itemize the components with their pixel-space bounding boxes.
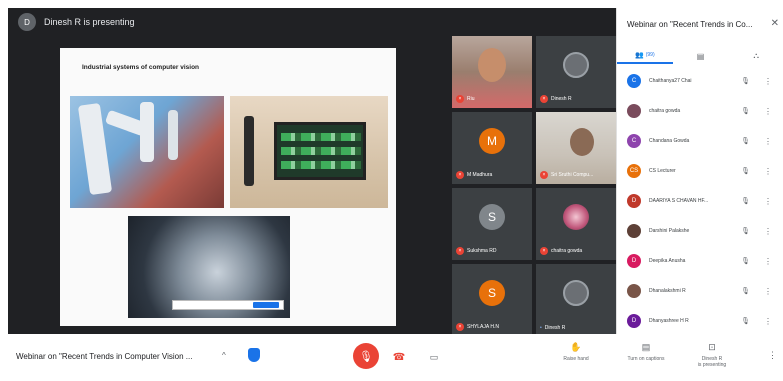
camera-toggle-button[interactable]: ▭ <box>424 347 444 367</box>
list-item[interactable]: Dhanalakshmi R 🎙︎ ⋮ <box>617 276 783 306</box>
avatar: C <box>627 134 641 148</box>
list-item[interactable]: C Chaithanya27 Chai 🎙︎ ⋮ <box>617 66 783 96</box>
avatar: D <box>627 194 641 208</box>
shield-icon[interactable] <box>248 348 260 362</box>
tile-shylaja[interactable]: S × SHYLAJA H.N <box>452 264 532 336</box>
more-vert-icon[interactable]: ⋮ <box>764 107 772 116</box>
mic-off-icon: × <box>456 323 464 331</box>
mic-off-icon: 🎙︎ <box>741 258 750 265</box>
speaking-icon: • <box>540 325 542 331</box>
people-icon: 👥 <box>635 52 644 59</box>
avatar <box>563 279 589 306</box>
mic-toggle-button[interactable]: 🎙︎ <box>353 343 379 369</box>
inspection-machine-image <box>128 216 290 318</box>
close-icon[interactable]: ✕ <box>771 18 779 29</box>
panel-title: Webinar on "Recent Trends in Co... <box>627 20 753 29</box>
more-vert-icon[interactable]: ⋮ <box>764 257 772 266</box>
activities-icon: ⛬ <box>753 51 759 60</box>
captions-icon: ▤ <box>641 342 651 352</box>
tab-activities[interactable]: ⛬ <box>728 48 783 64</box>
mic-off-icon: 🎙︎ <box>741 168 750 175</box>
people-panel: Webinar on "Recent Trends in Co... ✕ 👥 (9… <box>616 8 783 334</box>
mic-off-icon: × <box>540 247 548 255</box>
hand-icon: ✋ <box>570 342 582 352</box>
camera-icon: ▭ <box>429 351 439 362</box>
mic-off-icon: 🎙︎ <box>741 108 750 115</box>
avatar: CS <box>627 164 641 178</box>
tile-sukshma-rd[interactable]: S × Sukshma RD <box>452 188 532 260</box>
bottom-toolbar: Webinar on "Recent Trends in Computer Vi… <box>8 334 783 381</box>
more-vert-icon[interactable]: ⋮ <box>764 287 772 296</box>
tile-sri-sruthi[interactable]: × Sri Sruthi Compu... <box>536 112 616 184</box>
presentation-stage: D Dinesh R is presenting Industrial syst… <box>8 8 616 336</box>
image-dialog <box>172 300 284 310</box>
list-item[interactable]: D Dhanyashree H R 🎙︎ ⋮ <box>617 306 783 336</box>
tab-people[interactable]: 👥 (99) <box>617 48 673 64</box>
meeting-title[interactable]: Webinar on "Recent Trends in Computer Vi… <box>16 352 192 361</box>
list-item[interactable]: D Deepika Anusha 🎙︎ ⋮ <box>617 246 783 276</box>
shared-slide: Industrial systems of computer vision <box>60 48 396 326</box>
leave-call-button[interactable]: ☎ <box>389 347 409 367</box>
chat-icon: ▤ <box>696 51 705 61</box>
captions-button[interactable]: ▤ Turn on captions <box>618 342 674 362</box>
more-vert-icon[interactable]: ⋮ <box>764 227 772 236</box>
avatar: M <box>479 127 505 154</box>
avatar: S <box>479 279 505 306</box>
list-item[interactable]: C Chandana Gowda 🎙︎ ⋮ <box>617 126 783 156</box>
mic-off-icon: × <box>540 171 548 179</box>
tile-dinesh-r[interactable]: × Dinesh R <box>536 36 616 108</box>
avatar <box>627 104 641 118</box>
mic-off-icon: × <box>456 95 464 103</box>
mic-off-icon: 🎙︎ <box>741 138 750 145</box>
more-vert-icon[interactable]: ⋮ <box>764 167 772 176</box>
presenter-avatar: D <box>18 13 36 31</box>
mic-off-icon: × <box>456 247 464 255</box>
mic-off-icon: × <box>456 171 464 179</box>
avatar <box>563 203 589 230</box>
mic-off-icon: × <box>540 95 548 103</box>
present-icon: ⊡ <box>708 342 716 352</box>
panel-tabs: 👥 (99) ▤ ⛬ <box>617 48 783 64</box>
avatar <box>627 224 641 238</box>
presenting-button[interactable]: ⊡ Dinesh R is presenting <box>684 342 740 369</box>
avatar <box>563 51 589 78</box>
presenter-label: Dinesh R is presenting <box>44 17 135 27</box>
mic-off-icon: 🎙︎ <box>741 228 750 235</box>
slide-title: Industrial systems of computer vision <box>82 64 200 71</box>
image-dialog-button <box>253 302 279 308</box>
mic-off-icon: 🎙︎ <box>741 318 750 325</box>
call-end-icon: ☎ <box>392 351 406 363</box>
mic-off-icon: 🎙︎ <box>741 288 750 295</box>
more-vert-icon[interactable]: ⋮ <box>764 137 772 146</box>
more-vert-icon[interactable]: ⋮ <box>764 317 772 326</box>
meet-window: D Dinesh R is presenting Industrial syst… <box>0 0 783 381</box>
more-vert-icon[interactable]: ⋮ <box>764 197 772 206</box>
mic-off-icon: 🎙︎ <box>741 78 750 85</box>
mic-off-icon: 🎙︎ <box>359 350 373 363</box>
microscope-monitor-image <box>230 96 388 208</box>
more-vert-icon[interactable]: ⋮ <box>764 77 772 86</box>
avatar: C <box>627 74 641 88</box>
tile-m-madhura[interactable]: M × M Madhura <box>452 112 532 184</box>
presenter-bar: D Dinesh R is presenting <box>8 8 616 36</box>
tile-riu[interactable]: × Riu <box>452 36 532 108</box>
avatar: S <box>479 203 505 230</box>
tab-chat[interactable]: ▤ <box>673 48 729 64</box>
participant-list: C Chaithanya27 Chai 🎙︎ ⋮ chaitra gowda 🎙︎ ⋮ C… <box>617 66 783 336</box>
avatar: D <box>627 314 641 328</box>
robot-arm-image <box>70 96 224 208</box>
avatar <box>627 284 641 298</box>
list-item[interactable]: CS CS Lecturer 🎙︎ ⋮ <box>617 156 783 186</box>
tile-dinesh-r-2[interactable]: • Dinesh R <box>536 264 616 336</box>
list-item[interactable]: D DAARIYA S CHAVAN HF... 🎙︎ ⋮ <box>617 186 783 216</box>
chevron-up-icon[interactable]: ^ <box>222 351 226 360</box>
list-item[interactable]: chaitra gowda 🎙︎ ⋮ <box>617 96 783 126</box>
list-item[interactable]: Darshini Palakshe 🎙︎ ⋮ <box>617 216 783 246</box>
raise-hand-button[interactable]: ✋ Raise hand <box>548 342 604 362</box>
more-vert-icon[interactable]: ⋮ <box>768 350 777 361</box>
participant-tiles: × Riu × Dinesh R M × M Madhura × Sri Sruthi … <box>452 36 616 336</box>
tile-chaitra-gowda[interactable]: × chaitra gowda <box>536 188 616 260</box>
avatar: D <box>627 254 641 268</box>
mic-off-icon: 🎙︎ <box>741 198 750 205</box>
